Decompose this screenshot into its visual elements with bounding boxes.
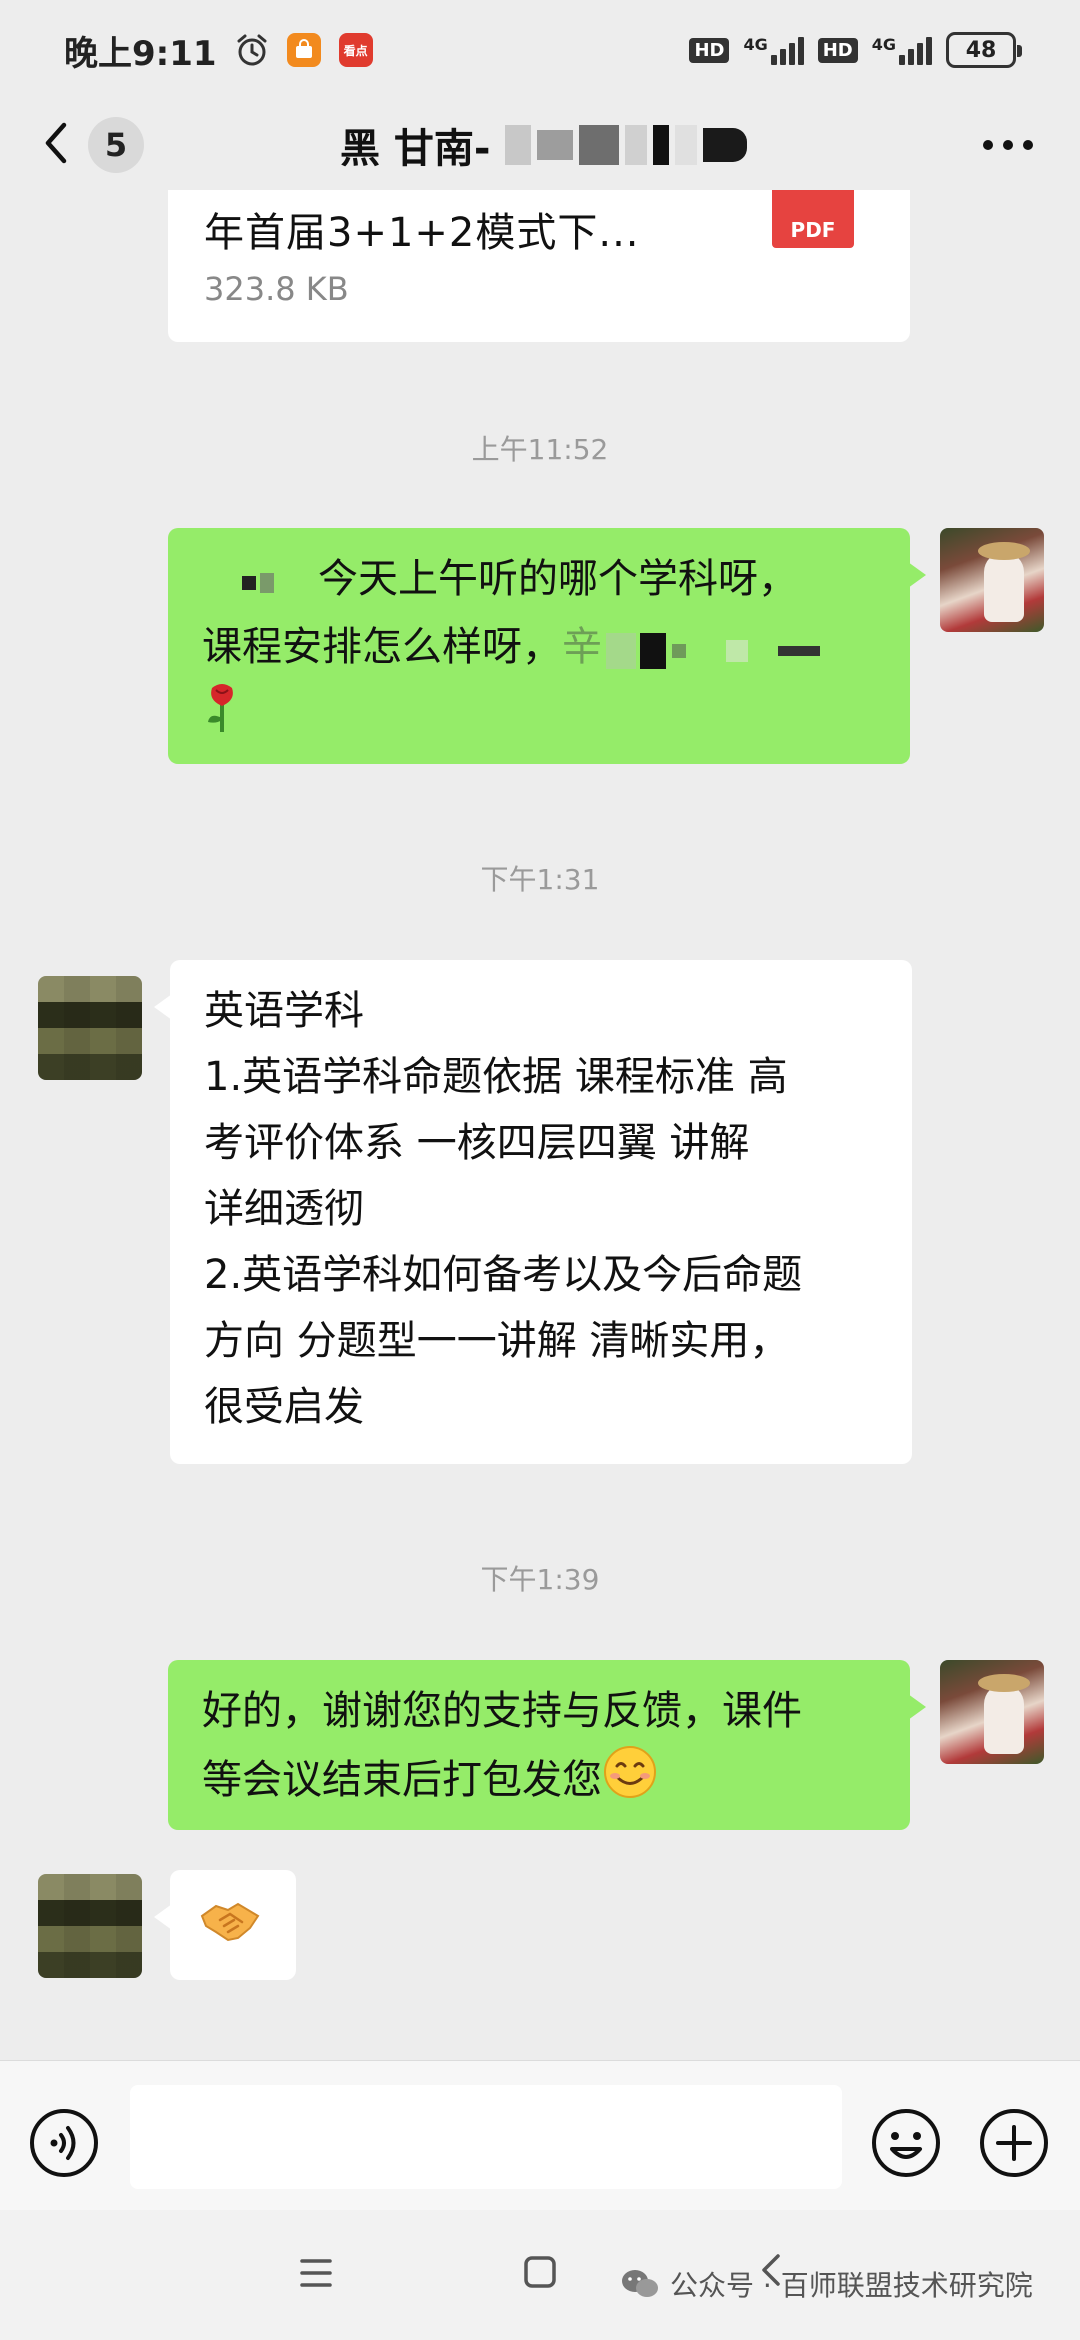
timestamp: 下午1:31 [480, 863, 600, 896]
emoji-icon [872, 2109, 940, 2177]
back-button[interactable]: 5 [40, 117, 144, 173]
message-line: 详细透彻 [204, 1186, 364, 1232]
network-type-label: 4G [743, 35, 768, 54]
network-type-label-2: 4G [871, 35, 896, 54]
file-size: 323.8 KB [204, 270, 349, 308]
redacted-text [202, 548, 274, 614]
redacted-text [602, 616, 820, 682]
home-button[interactable] [522, 2254, 558, 2294]
wechat-logo-icon [622, 2270, 658, 2297]
message-input-bar [0, 2060, 1080, 2210]
status-right: HD 4G HD 4G 48 [689, 32, 1022, 68]
home-square-icon [524, 2256, 556, 2288]
recent-apps-button[interactable] [298, 2256, 334, 2294]
timestamp: 上午11:52 [471, 433, 609, 466]
menu-icon [300, 2259, 332, 2287]
emoji-button[interactable] [870, 2107, 942, 2183]
rose-emoji-icon [202, 682, 242, 754]
chat-title: 黑 甘南- [340, 100, 747, 190]
chat-area: 年首届3+1+2模式下... 323.8 KB PDF 上午11:52 今天上午… [0, 190, 1080, 2060]
more-functions-button[interactable] [978, 2107, 1050, 2183]
signal-strength-icon-2 [899, 35, 932, 65]
watermark: 公众号 · 百师联盟技术研究院 [620, 2264, 1033, 2304]
message-line: 好的，谢谢您的支持与反馈，课件 [202, 1688, 802, 1734]
message-line: 方向 分题型一一讲解 清晰实用， [204, 1318, 790, 1364]
status-time: 晚上9:11 [64, 33, 217, 74]
message-line: 2.英语学科如何备考以及今后命题 [204, 1252, 803, 1298]
self-message-bubble[interactable]: 今天上午听的哪个学科呀， 课程安排怎么样呀，辛 [168, 528, 926, 764]
chat-header: 5 黑 甘南- [0, 100, 1080, 190]
shopping-app-icon [286, 33, 321, 67]
handshake-emoji-icon [198, 1894, 262, 1970]
redacted-name [504, 125, 747, 165]
chevron-left-icon [40, 119, 70, 171]
contact-avatar[interactable] [38, 976, 142, 1080]
self-avatar[interactable] [940, 1660, 1044, 1764]
message-line: 今天上午听的哪个学科呀， [202, 546, 876, 614]
message-text-input[interactable] [130, 2085, 842, 2189]
self-message-bubble[interactable]: 好的，谢谢您的支持与反馈，课件 等会议结束后打包发您 [168, 1660, 926, 1830]
status-left: 晚上9:11 看点 [64, 26, 373, 75]
message-line: 1.英语学科命题依据 课程标准 高 [204, 1054, 788, 1100]
signal-group-1: 4G [743, 35, 804, 65]
smiling-face-emoji-icon [602, 1744, 658, 1820]
message-line: 很受启发 [204, 1384, 364, 1430]
pdf-file-icon: PDF [772, 190, 854, 248]
chat-title-text: 黑 甘南- [340, 126, 491, 172]
file-message[interactable]: 年首届3+1+2模式下... 323.8 KB PDF [168, 190, 910, 342]
alarm-clock-icon [235, 33, 269, 67]
voice-icon [30, 2109, 98, 2177]
system-nav-bar: 公众号 · 百师联盟技术研究院 [0, 2210, 1080, 2340]
voice-input-button[interactable] [28, 2107, 100, 2183]
message-line [202, 682, 876, 754]
contact-avatar[interactable] [38, 1874, 142, 1978]
message-line: 考评价体系 一核四层四翼 讲解 [204, 1120, 750, 1166]
message-line: 课程安排怎么样呀，辛 [202, 614, 876, 682]
news-app-icon: 看点 [338, 33, 373, 67]
message-line: 等会议结束后打包发您 [202, 1744, 876, 1820]
battery-icon: 48 [946, 32, 1022, 68]
more-options-button[interactable] [980, 130, 1036, 164]
contact-message-bubble[interactable] [154, 1870, 296, 1980]
self-avatar[interactable] [940, 528, 1044, 632]
hd-tag: HD [689, 37, 730, 63]
contact-message-bubble[interactable]: 英语学科 1.英语学科命题依据 课程标准 高 考评价体系 一核四层四翼 讲解 详… [154, 960, 912, 1464]
signal-group-2: 4G [872, 35, 932, 65]
plus-icon [980, 2109, 1048, 2177]
status-bar: 晚上9:11 看点 HD 4G HD 4G 48 [0, 0, 1080, 100]
message-line: 英语学科 [204, 988, 364, 1034]
hd-tag-2: HD [817, 37, 858, 63]
signal-strength-icon [770, 35, 804, 65]
timestamp: 下午1:39 [480, 1563, 600, 1596]
unread-count-badge: 5 [88, 117, 144, 173]
file-name: 年首届3+1+2模式下... [204, 210, 640, 256]
watermark-text: 公众号 · 百师联盟技术研究院 [670, 2269, 1033, 2302]
